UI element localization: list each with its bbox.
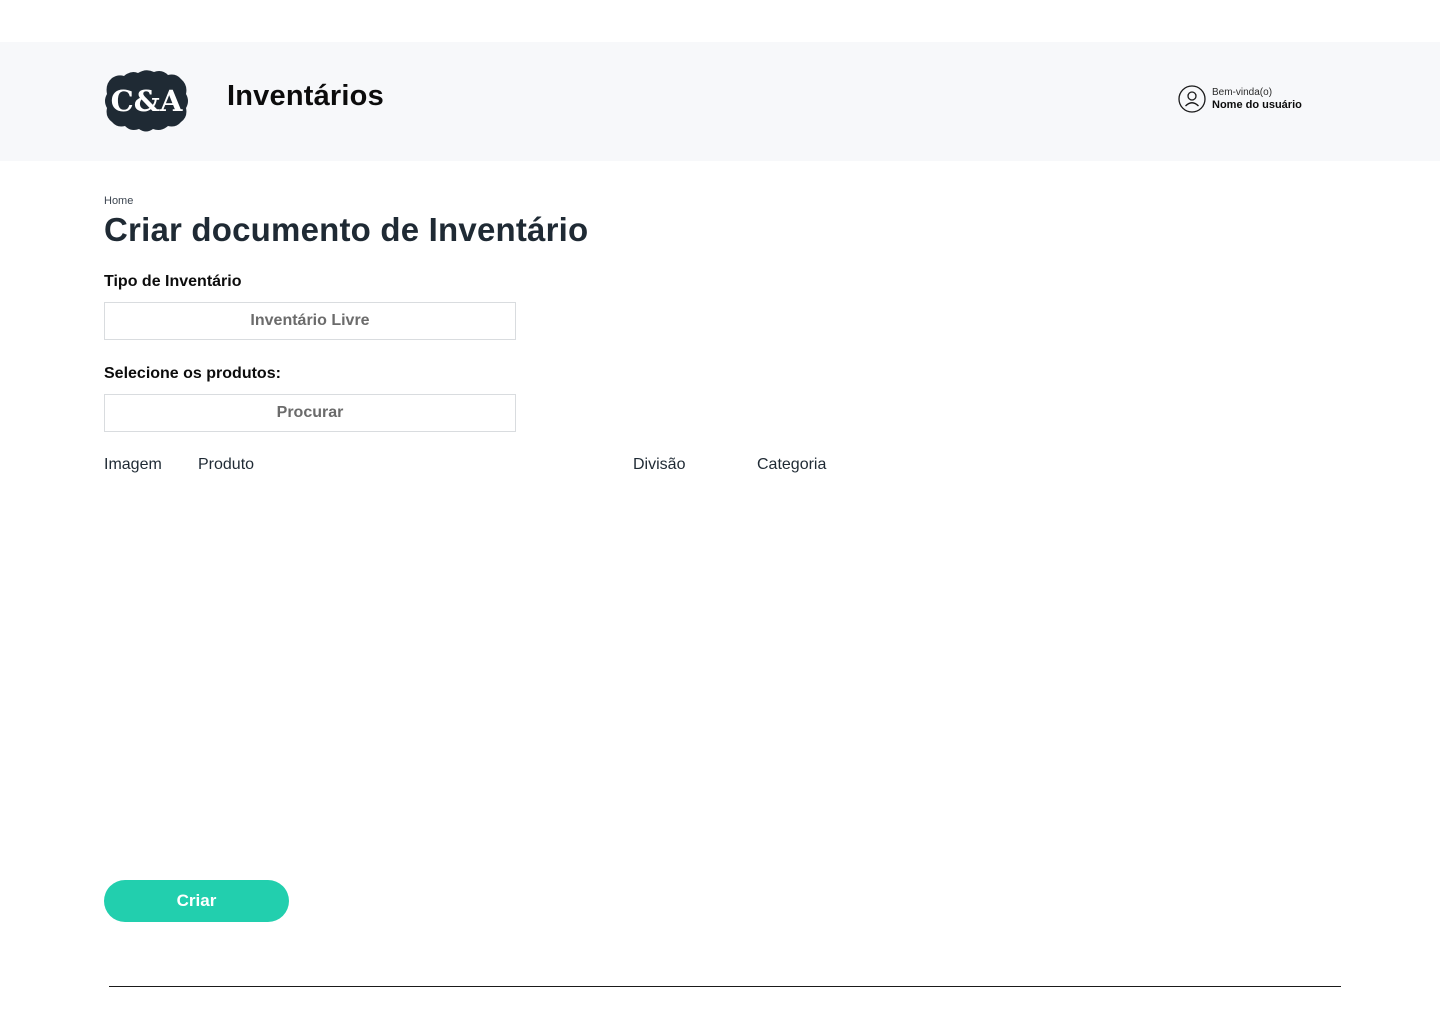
page: C&A Inventários Bem-vinda(o) Nome do usu… [0,0,1440,1024]
brand-logo-text: C&A [111,84,183,118]
inventory-type-value: Inventário Livre [250,312,370,329]
product-search-field[interactable] [104,394,516,432]
app-title: Inventários [227,80,384,112]
user-avatar-icon [1178,85,1206,113]
user-info: Bem-vinda(o) Nome do usuário [1212,86,1302,112]
product-search-input[interactable] [105,394,515,432]
column-header-category: Categoria [757,456,827,473]
products-table-header: Imagem Produto Divisão Categoria [0,456,1440,478]
breadcrumb-home[interactable]: Home [104,195,133,207]
user-menu[interactable]: Bem-vinda(o) Nome do usuário [1178,84,1302,114]
app-header: C&A Inventários Bem-vinda(o) Nome do usu… [0,42,1440,161]
page-title: Criar documento de Inventário [104,211,589,248]
create-button[interactable]: Criar [104,880,289,922]
column-header-product: Produto [198,456,255,473]
user-greeting: Bem-vinda(o) [1212,87,1273,98]
inventory-type-select[interactable]: Inventário Livre [104,302,516,340]
product-select-label: Selecione os produtos: [104,365,281,382]
user-name: Nome do usuário [1212,99,1302,111]
column-header-image: Imagem [104,456,162,473]
footer-divider [109,986,1341,987]
brand-logo-badge: C&A [105,70,188,132]
inventory-type-label: Tipo de Inventário [104,273,242,290]
column-header-division: Divisão [633,456,686,473]
brand-logo[interactable]: C&A [104,68,189,133]
